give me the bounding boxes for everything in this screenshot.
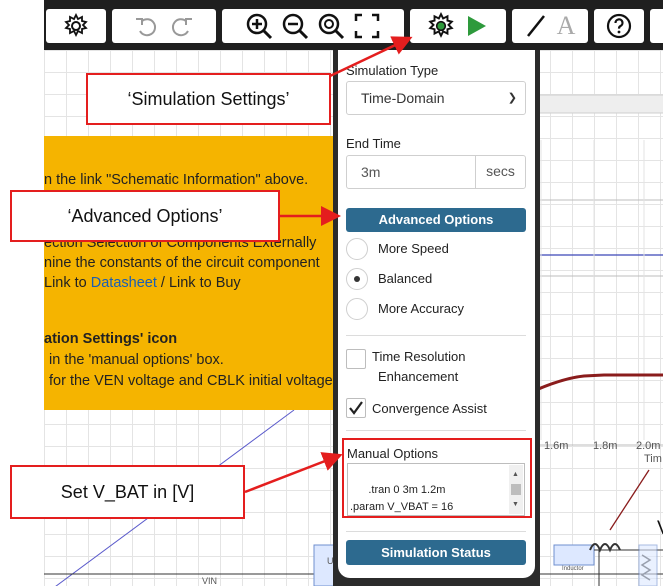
callout-arrows: [244, 36, 413, 494]
arrow-set-vbat: [244, 452, 343, 494]
arrow-simulation-settings: [329, 36, 413, 78]
